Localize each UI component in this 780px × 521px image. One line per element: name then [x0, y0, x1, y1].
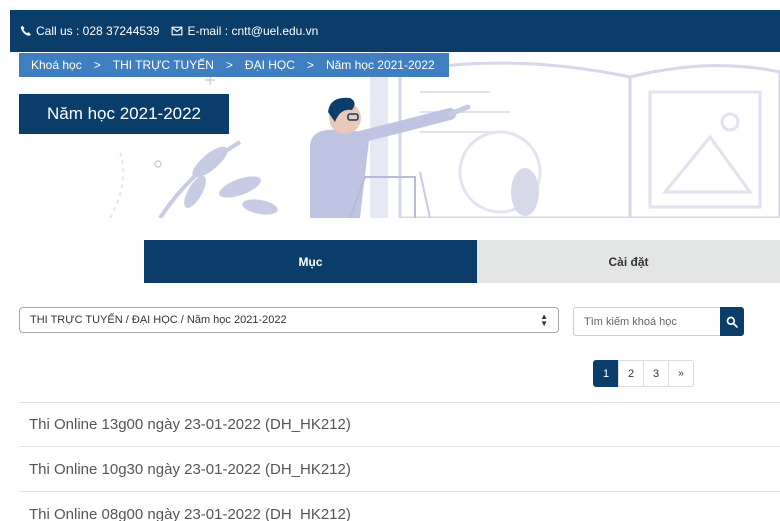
- email-text: E-mail : cntt@uel.edu.vn: [187, 24, 319, 38]
- breadcrumb: Khoá học > THI TRỰC TUYẾN > ĐẠI HỌC > Nă…: [19, 53, 449, 77]
- course-link[interactable]: Thi Online 10g30 ngày 23-01-2022 (DH_HK2…: [19, 447, 780, 492]
- page-link-2[interactable]: 2: [618, 360, 644, 387]
- course-search-input[interactable]: [573, 307, 721, 336]
- breadcrumb-item-university[interactable]: ĐẠI HỌC: [245, 58, 295, 72]
- category-select-value: THI TRỰC TUYẾN / ĐẠI HỌC / Năm học 2021-…: [30, 314, 287, 326]
- contact-phone[interactable]: Call us : 028 37244539: [20, 24, 159, 38]
- tab-settings[interactable]: Cài đặt: [477, 240, 780, 283]
- select-arrows-icon: ▲ ▼: [540, 312, 548, 328]
- course-link[interactable]: Thi Online 08g00 ngày 23-01-2022 (DH_HK2…: [19, 492, 780, 521]
- page-title: Năm học 2021-2022: [19, 94, 229, 134]
- chevron-right-icon: >: [306, 58, 314, 72]
- breadcrumb-item-courses[interactable]: Khoá học: [31, 58, 82, 72]
- tab-bar: Mục Cài đặt: [144, 240, 780, 283]
- page-next-button[interactable]: »: [668, 360, 694, 387]
- search-button[interactable]: [720, 307, 744, 336]
- breadcrumb-item-online-exam[interactable]: THI TRỰC TUYẾN: [113, 58, 214, 72]
- course-list: Thi Online 13g00 ngày 23-01-2022 (DH_HK2…: [19, 402, 780, 521]
- page-link-3[interactable]: 3: [643, 360, 669, 387]
- course-link[interactable]: Thi Online 13g00 ngày 23-01-2022 (DH_HK2…: [19, 402, 780, 447]
- search-icon: [726, 316, 738, 328]
- tab-categories[interactable]: Mục: [144, 240, 477, 283]
- contact-bar: Call us : 028 37244539 E-mail : cntt@uel…: [10, 10, 780, 52]
- chevron-right-icon: >: [93, 58, 101, 72]
- chevron-right-icon: >: [225, 58, 233, 72]
- mail-icon: [172, 26, 183, 36]
- contact-email[interactable]: E-mail : cntt@uel.edu.vn: [171, 24, 318, 38]
- pagination: 1 2 3 »: [593, 360, 694, 387]
- breadcrumb-item-school-year[interactable]: Năm học 2021-2022: [326, 58, 435, 72]
- page-link-1[interactable]: 1: [593, 360, 619, 387]
- phone-text: Call us : 028 37244539: [36, 24, 160, 38]
- category-select[interactable]: THI TRỰC TUYẾN / ĐẠI HỌC / Năm học 2021-…: [19, 307, 559, 333]
- phone-icon: [20, 25, 31, 36]
